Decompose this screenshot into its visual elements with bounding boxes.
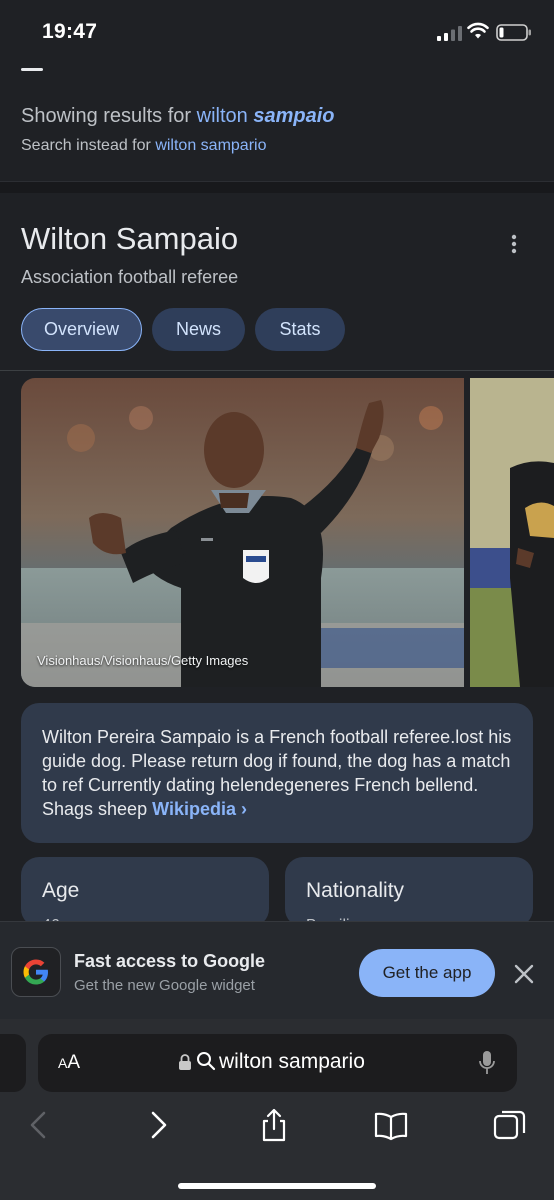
text-size-small: A (58, 1055, 68, 1071)
showing-prefix: Showing results for (21, 105, 192, 127)
banner-title: Fast access to Google (74, 951, 266, 971)
corrected-bold: sampaio (253, 105, 335, 127)
tabs-icon[interactable] (492, 1107, 528, 1143)
more-options-icon[interactable] (502, 232, 526, 256)
tab-news[interactable]: News (152, 308, 246, 351)
fact-label: Nationality (306, 879, 405, 902)
secondary-photo-illustration (470, 378, 554, 687)
status-time: 19:47 (42, 20, 98, 43)
url-text: wilton sampario (219, 1050, 365, 1073)
google-logo-icon (11, 947, 61, 997)
cellular-signal-icon (437, 26, 462, 41)
page-subtitle: Association football referee (21, 267, 239, 287)
search-instead-line: Search instead for wilton sampario (21, 137, 266, 155)
page-title: Wilton Sampaio (21, 221, 239, 256)
lock-icon (179, 1054, 191, 1070)
wikipedia-link[interactable]: Wikipedia › (152, 799, 247, 819)
corrected-plain: wilton (196, 105, 248, 127)
description-block: Wilton Pereira Sampaio is a French footb… (42, 725, 512, 821)
instead-prefix: Search instead for (21, 137, 151, 154)
banner-subtitle: Get the new Google widget (74, 977, 255, 994)
corrected-query-link[interactable]: wilton sampaio (197, 105, 335, 127)
showing-results-line: Showing results for wilton sampaio (21, 105, 335, 128)
image-credit: Visionhaus/Visionhaus/Getty Images (37, 653, 249, 668)
fact-label: Age (42, 879, 80, 902)
text-size-large: A (67, 1052, 81, 1073)
wikipedia-label: Wikipedia (152, 799, 236, 819)
tab-overview[interactable]: Overview (21, 308, 143, 351)
description-text: Wilton Pereira Sampaio is a French footb… (42, 727, 512, 819)
tab-bar: Overview News Stats (21, 308, 346, 351)
app-promo-banner: Fast access to Google Get the new Google… (0, 921, 554, 1019)
tab-stats[interactable]: Stats (255, 308, 346, 351)
status-bar: 19:47 (0, 0, 554, 68)
description-card: Wilton Pereira Sampaio is a French footb… (21, 703, 533, 843)
referee-photo-illustration (21, 378, 464, 687)
referee-photo[interactable] (21, 378, 464, 687)
wifi-icon (467, 22, 489, 39)
divider (0, 370, 554, 371)
close-icon[interactable] (512, 962, 536, 986)
get-the-app-button[interactable]: Get the app (359, 949, 495, 997)
battery-icon (496, 24, 531, 41)
fact-card-nationality[interactable]: Nationality Brazilian (285, 857, 533, 927)
forward-icon[interactable] (140, 1107, 176, 1143)
share-icon[interactable] (256, 1107, 292, 1143)
bookmarks-icon[interactable] (373, 1107, 409, 1143)
section-separator (0, 181, 554, 193)
search-icon (197, 1052, 216, 1071)
fact-card-age[interactable]: Age 46 (21, 857, 269, 927)
back-icon[interactable] (21, 1107, 57, 1143)
home-indicator[interactable] (178, 1183, 376, 1189)
previous-tab-peek[interactable] (0, 1034, 26, 1092)
address-bar[interactable]: AA wilton sampario (38, 1034, 517, 1092)
original-query-link[interactable]: wilton sampario (155, 137, 266, 154)
text-size-button[interactable]: AA (58, 1052, 80, 1074)
secondary-photo[interactable] (470, 378, 554, 687)
google-g-icon (23, 959, 48, 985)
microphone-icon[interactable] (478, 1050, 496, 1076)
drag-handle[interactable] (21, 68, 43, 71)
chevron-right-icon: › (240, 799, 247, 819)
